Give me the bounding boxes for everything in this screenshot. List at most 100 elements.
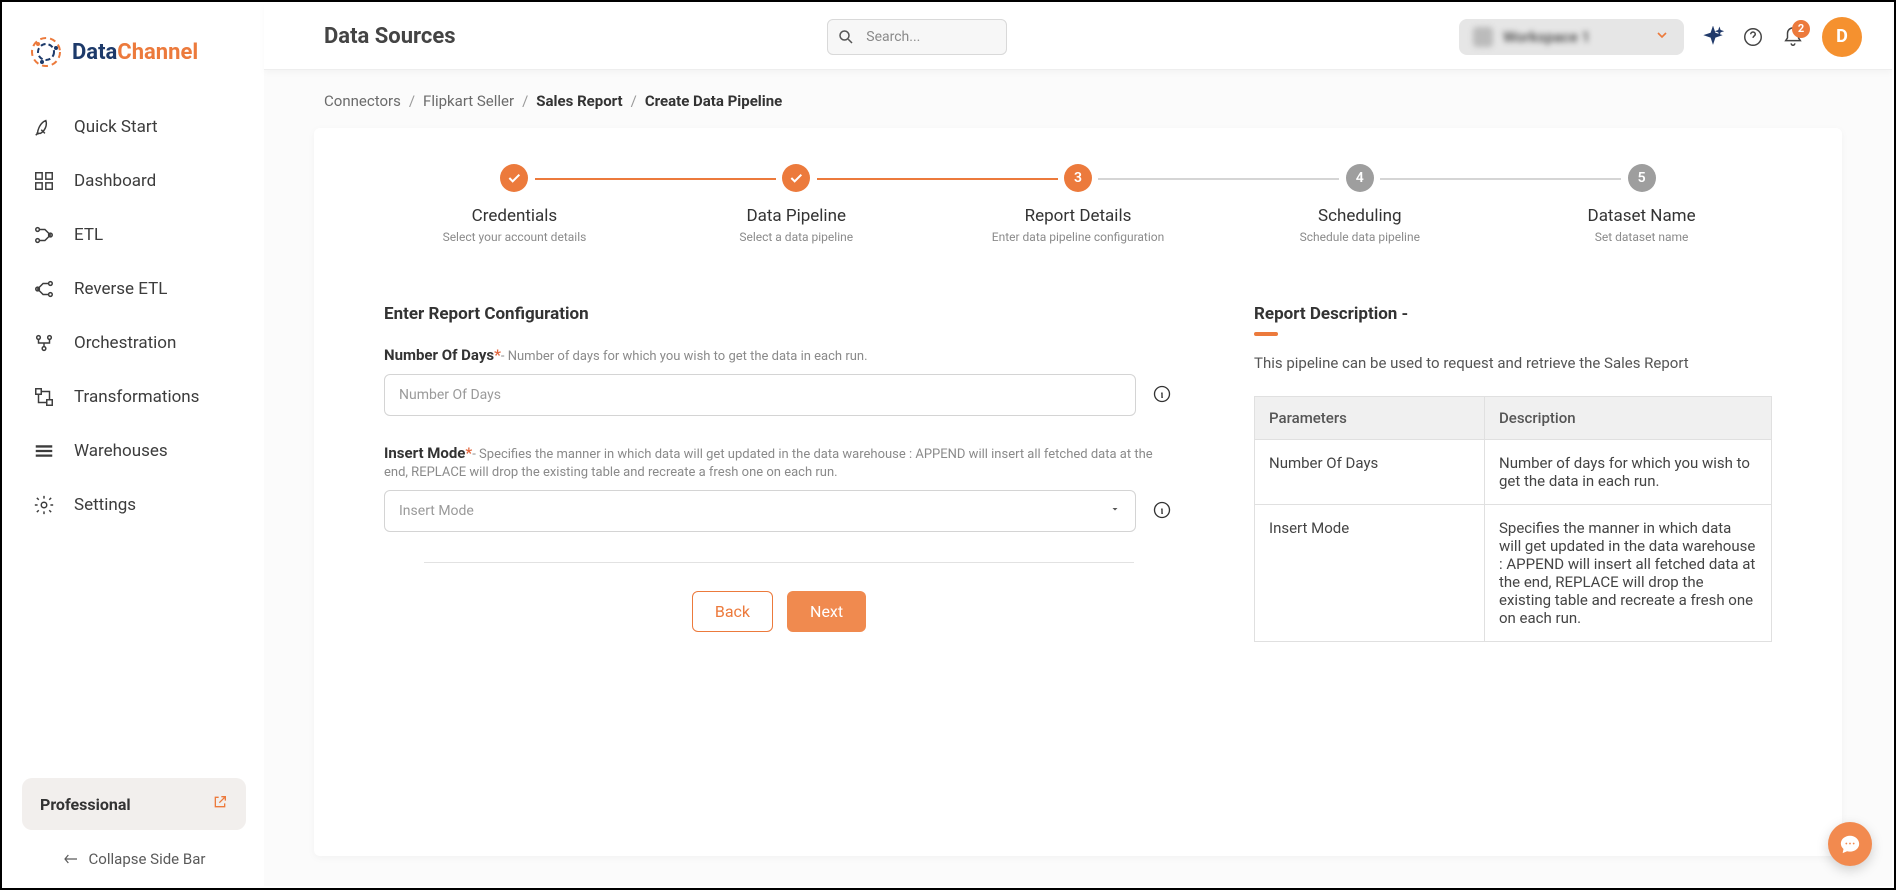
chevron-down-icon [1109, 503, 1121, 519]
param-desc: Specifies the manner in which data will … [1485, 505, 1772, 642]
back-button[interactable]: Back [692, 591, 773, 632]
step-title: Dataset Name [1521, 206, 1762, 226]
param-name: Number Of Days [1255, 440, 1485, 505]
nav-transformations[interactable]: Transformations [22, 370, 246, 424]
breadcrumb: Connectors / Flipkart Seller / Sales Rep… [264, 70, 1892, 128]
divider [424, 562, 1134, 563]
step-number: 3 [1064, 164, 1092, 192]
nav-quick-start[interactable]: Quick Start [22, 100, 246, 154]
gear-icon [32, 493, 56, 517]
sidebar-bottom: Professional Collapse Side Bar [4, 764, 264, 886]
param-table: Parameters Description Number Of Days Nu… [1254, 396, 1772, 642]
step-data-pipeline[interactable]: Data Pipeline Select a data pipeline [676, 164, 917, 244]
orchestration-icon [32, 331, 56, 355]
collapse-label: Collapse Side Bar [89, 850, 206, 868]
logo-icon [28, 34, 64, 70]
field-days: Number Of Days*- Number of days for whic… [384, 346, 1174, 416]
transformations-icon [32, 385, 56, 409]
workspace-icon [1473, 27, 1493, 47]
nav: Quick Start Dashboard ETL Reverse ETL Or… [4, 100, 264, 764]
notifications-button[interactable]: 2 [1782, 26, 1804, 48]
search-icon [837, 28, 855, 46]
desc-title: Report Description - [1254, 304, 1772, 324]
step-title: Data Pipeline [676, 206, 917, 226]
th-description: Description [1485, 397, 1772, 440]
form-column: Enter Report Configuration Number Of Day… [384, 304, 1174, 632]
chevron-down-icon [1654, 27, 1670, 47]
collapse-sidebar[interactable]: Collapse Side Bar [22, 850, 246, 868]
info-icon[interactable] [1152, 500, 1174, 522]
nav-settings[interactable]: Settings [22, 478, 246, 532]
button-row: Back Next [384, 591, 1174, 632]
nav-dashboard[interactable]: Dashboard [22, 154, 246, 208]
step-title: Credentials [394, 206, 635, 226]
info-icon[interactable] [1152, 384, 1174, 406]
form-section-title: Enter Report Configuration [384, 304, 1174, 324]
notification-badge: 2 [1792, 20, 1810, 38]
nav-etl[interactable]: ETL [22, 208, 246, 262]
page-title: Data Sources [324, 24, 456, 49]
check-icon [782, 164, 810, 192]
crumb-connectors[interactable]: Connectors [324, 92, 401, 110]
step-sub: Set dataset name [1521, 230, 1762, 244]
next-button[interactable]: Next [787, 591, 866, 632]
topbar: Data Sources Workspace 1 [264, 4, 1892, 70]
step-number: 4 [1346, 164, 1374, 192]
nav-label: Reverse ETL [74, 279, 167, 299]
field-label: Number Of Days*- Number of days for whic… [384, 346, 1174, 364]
etl-icon [32, 223, 56, 247]
days-input[interactable] [384, 374, 1136, 416]
step-credentials[interactable]: Credentials Select your account details [394, 164, 635, 244]
field-label: Insert Mode*- Specifies the manner in wh… [384, 444, 1174, 480]
help-icon[interactable] [1742, 26, 1764, 48]
step-number: 5 [1628, 164, 1656, 192]
nav-label: Warehouses [74, 441, 168, 461]
sparkle-icon[interactable] [1702, 26, 1724, 48]
step-sub: Enter data pipeline configuration [958, 230, 1199, 244]
plan-card[interactable]: Professional [22, 778, 246, 830]
step-scheduling[interactable]: 4 Scheduling Schedule data pipeline [1239, 164, 1480, 244]
desc-underline [1254, 332, 1278, 336]
breadcrumb-separator: / [409, 92, 415, 110]
description-column: Report Description - This pipeline can b… [1254, 304, 1772, 642]
search-wrap [827, 19, 1007, 55]
chat-fab[interactable] [1828, 822, 1872, 866]
logo-text: DataChannel [72, 40, 198, 65]
stepper: Credentials Select your account details … [394, 164, 1762, 244]
nav-label: Settings [74, 495, 136, 515]
th-parameters: Parameters [1255, 397, 1485, 440]
nav-label: Quick Start [74, 117, 158, 137]
form-desc-row: Enter Report Configuration Number Of Day… [384, 304, 1772, 642]
crumb-sales-report[interactable]: Sales Report [536, 92, 622, 110]
external-link-icon [212, 794, 228, 814]
topbar-right: Workspace 1 2 D [1459, 17, 1862, 57]
table-row: Insert Mode Specifies the manner in whic… [1255, 505, 1772, 642]
grid-icon [32, 169, 56, 193]
step-title: Report Details [958, 206, 1199, 226]
desc-text: This pipeline can be used to request and… [1254, 354, 1772, 372]
rocket-icon [32, 115, 56, 139]
warehouses-icon [32, 439, 56, 463]
nav-orchestration[interactable]: Orchestration [22, 316, 246, 370]
avatar-letter: D [1836, 26, 1848, 47]
nav-label: Transformations [74, 387, 199, 407]
step-sub: Select your account details [394, 230, 635, 244]
step-report-details[interactable]: 3 Report Details Enter data pipeline con… [958, 164, 1199, 244]
crumb-flipkart[interactable]: Flipkart Seller [423, 92, 514, 110]
step-sub: Schedule data pipeline [1239, 230, 1480, 244]
nav-warehouses[interactable]: Warehouses [22, 424, 246, 478]
main: Data Sources Workspace 1 [264, 4, 1892, 886]
breadcrumb-separator: / [522, 92, 528, 110]
table-row: Number Of Days Number of days for which … [1255, 440, 1772, 505]
plan-label: Professional [40, 795, 131, 814]
breadcrumb-separator: / [631, 92, 637, 110]
insert-mode-select[interactable]: Insert Mode [384, 490, 1136, 532]
workspace-dropdown[interactable]: Workspace 1 [1459, 19, 1684, 55]
reverse-etl-icon [32, 277, 56, 301]
step-dataset-name[interactable]: 5 Dataset Name Set dataset name [1521, 164, 1762, 244]
sidebar: DataChannel Quick Start Dashboard ETL Re… [4, 4, 264, 886]
avatar[interactable]: D [1822, 17, 1862, 57]
nav-reverse-etl[interactable]: Reverse ETL [22, 262, 246, 316]
crumb-create-pipeline[interactable]: Create Data Pipeline [645, 92, 782, 110]
logo[interactable]: DataChannel [4, 26, 264, 100]
